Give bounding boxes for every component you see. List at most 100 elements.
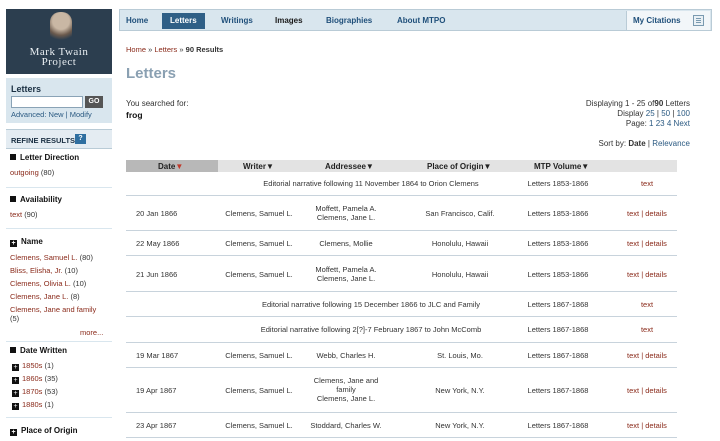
nav-about[interactable]: About MTPO [397,14,445,28]
sort-date-option[interactable]: Date [628,139,645,148]
table-row: 20 Jan 1866 Clemens, Samuel L. Moffett, … [126,196,677,231]
expand-icon[interactable]: + [12,364,19,371]
column-header-place-of-origin[interactable]: Place of Origin▼ [427,162,491,171]
writer-cell: Clemens, Samuel L. [225,386,293,395]
decade-label[interactable]: 1870s [22,387,42,396]
facet-item-label[interactable]: Clemens, Jane and family [10,305,96,314]
divider [6,228,112,229]
row-actions[interactable]: text [612,325,682,334]
column-header-label[interactable]: Date [158,162,175,171]
page-link[interactable]: 1 [649,119,653,128]
decade-label[interactable]: 1880s [22,400,42,409]
column-header-addressee[interactable]: Addressee▼ [325,162,374,171]
addressee-cell: Moffett, Pamela A. Clemens, Jane L. [315,265,377,283]
facet-item-decade[interactable]: +1850s (1) [12,361,54,371]
results-total: 90 [654,99,664,108]
addressee-cell: Clemens, Jane and family Clemens, Jane L… [313,376,379,403]
row-actions[interactable]: text | details [612,209,682,218]
facet-item-label[interactable]: Clemens, Jane L. [10,292,68,301]
column-header-label[interactable]: Place of Origin [427,162,483,171]
decade-label[interactable]: 1850s [22,361,42,370]
column-header-date[interactable]: Date▼ [158,162,183,171]
advanced-modify-link[interactable]: Modify [70,110,92,119]
column-header-label[interactable]: Addressee [325,162,366,171]
more-names-link[interactable]: more... [80,328,103,337]
expand-icon[interactable]: + [10,429,17,436]
page-label: Page: [625,119,647,128]
row-actions[interactable]: text | details [612,239,682,248]
volume-cell: Letters 1867-1868 [527,300,589,309]
row-actions[interactable]: text | details [612,270,682,279]
page-link[interactable]: 4 [667,119,671,128]
nav-home[interactable]: Home [126,14,148,28]
advanced-new-link[interactable]: New [49,110,64,119]
mark-twain-project-logo[interactable]: Mark Twain Project [6,9,112,74]
facet-item-label[interactable]: Clemens, Olivia L. [10,279,71,288]
facet-item-name[interactable]: Clemens, Jane and family (5) [10,305,102,323]
next-page-link[interactable]: Next [674,119,690,128]
nav-images[interactable]: Images [275,14,303,28]
writer-cell: Clemens, Samuel L. [225,351,293,360]
my-citations-button[interactable]: My Citations [626,11,710,30]
sort-arrow-icon: ▼ [175,162,184,171]
expand-icon[interactable]: + [10,240,17,247]
sort-arrow-icon: ▼ [483,162,492,171]
nav-letters[interactable]: Letters [162,13,205,29]
display-size-option[interactable]: 25 [646,109,655,118]
row-actions[interactable]: text | details [612,351,682,360]
column-header-label[interactable]: MTP Volume [534,162,581,171]
table-row: Editorial narrative following 11 Novembe… [126,172,677,196]
row-actions[interactable]: text [612,300,682,309]
facet-item-label[interactable]: Bliss, Elisha, Jr. [10,266,63,275]
nav-biographies[interactable]: Biographies [326,14,372,28]
expand-icon[interactable]: + [12,377,19,384]
facet-item-name[interactable]: Bliss, Elisha, Jr. (10) [10,266,78,275]
bullet-icon [10,196,16,202]
results-range: Displaying 1 - 25 of [585,99,655,108]
expand-icon[interactable]: + [12,390,19,397]
facet-item-outgoing[interactable]: outgoing (80) [10,168,54,177]
breadcrumb-letters[interactable]: Letters [154,45,177,54]
help-icon[interactable]: ? [75,134,86,144]
facet-title: Availability [20,195,62,204]
row-actions[interactable]: text | details [612,421,682,430]
writer-cell: Clemens, Samuel L. [225,239,293,248]
facet-item-decade[interactable]: +1870s (53) [12,387,58,397]
top-nav-bar: Home Letters Writings Images Biographies… [119,9,712,31]
table-row: 19 Mar 1867 Clemens, Samuel L. Webb, Cha… [126,343,677,368]
facet-item-label[interactable]: text [10,210,22,219]
facet-title: Name [21,237,43,246]
breadcrumb: Home » Letters » 90 Results [126,45,223,54]
facet-item-label[interactable]: outgoing [10,168,39,177]
display-size-option[interactable]: 50 [661,109,670,118]
nav-writings[interactable]: Writings [221,14,253,28]
go-button[interactable]: GO [85,96,103,108]
facet-item-decade[interactable]: +1860s (35) [12,374,58,384]
facet-item-label[interactable]: Clemens, Samuel L. [10,253,78,262]
decade-count: (53) [44,387,58,396]
place-cell: San Francisco, Calif. [425,209,495,218]
facet-item-decade[interactable]: +1880s (1) [12,400,54,410]
facet-item-name[interactable]: Clemens, Jane L. (8) [10,292,80,301]
results-count: Displaying 1 - 25 of90 Letters [586,99,690,108]
column-header-writer[interactable]: Writer▼ [243,162,274,171]
breadcrumb-home[interactable]: Home [126,45,146,54]
facet-item-name[interactable]: Clemens, Olivia L. (10) [10,279,86,288]
sort-relevance-option[interactable]: Relevance [652,139,690,148]
column-header-mtp-volume[interactable]: MTP Volume▼ [534,162,589,171]
decade-label[interactable]: 1860s [22,374,42,383]
page-link[interactable]: 3 [660,119,664,128]
facet-item-name[interactable]: Clemens, Samuel L. (80) [10,253,93,262]
portrait-image [50,12,72,42]
search-input[interactable] [11,96,83,108]
citations-list-icon[interactable] [693,15,704,26]
row-actions[interactable]: text [612,179,682,188]
volume-cell: Letters 1853-1866 [527,209,589,218]
date-cell: 23 Apr 1867 [136,421,177,430]
column-header-label[interactable]: Writer [243,162,266,171]
display-size-option[interactable]: 100 [677,109,690,118]
facet-item-text[interactable]: text (90) [10,210,38,219]
divider [6,187,112,188]
expand-icon[interactable]: + [12,403,19,410]
row-actions[interactable]: text | details [612,386,682,395]
